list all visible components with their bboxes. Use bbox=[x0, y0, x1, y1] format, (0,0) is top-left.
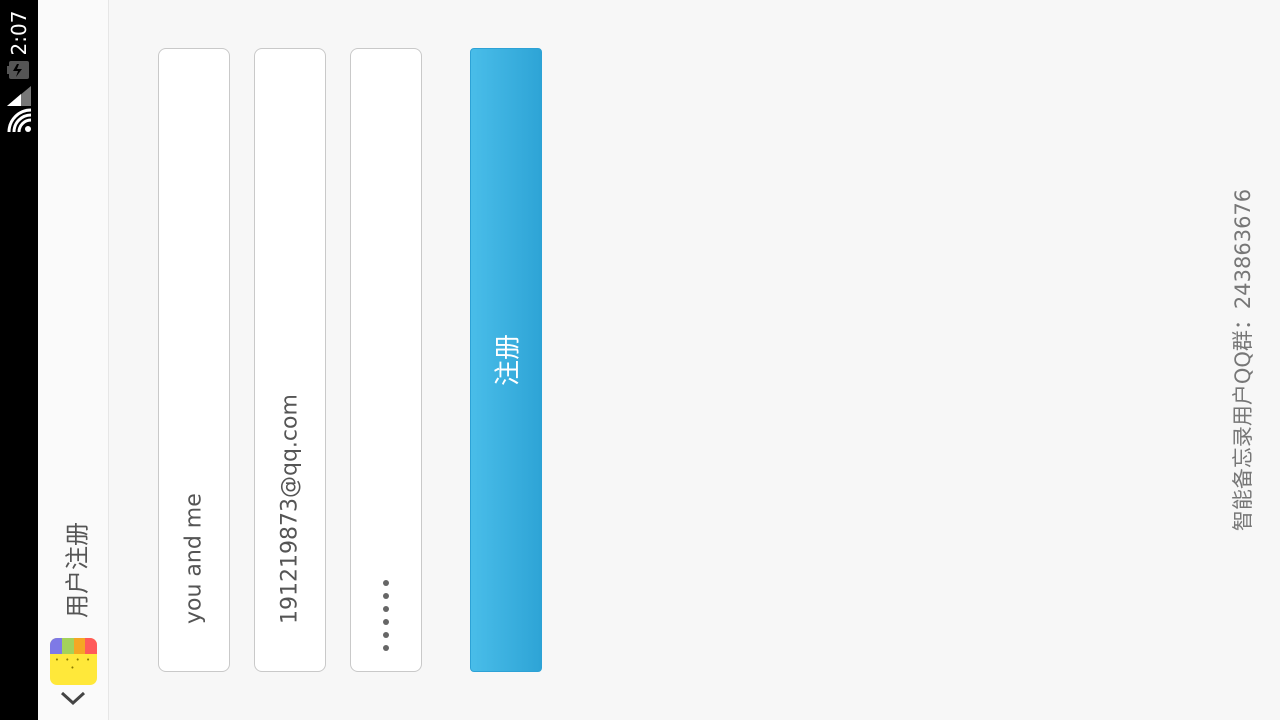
password-dot bbox=[383, 619, 389, 625]
email-value: 191219873@qq.com bbox=[277, 394, 303, 624]
email-field[interactable]: 191219873@qq.com bbox=[254, 48, 326, 672]
chevron-down-icon[interactable] bbox=[60, 690, 86, 710]
password-dot bbox=[383, 632, 389, 638]
status-time: 2:07 bbox=[7, 10, 31, 56]
password-dot bbox=[383, 606, 389, 612]
password-field[interactable] bbox=[350, 48, 422, 672]
username-field[interactable]: you and me bbox=[158, 48, 230, 672]
password-dot bbox=[383, 645, 389, 651]
register-button-label: 注册 bbox=[493, 333, 524, 387]
app-logo-icon[interactable]: • • • • • bbox=[50, 638, 97, 685]
wifi-icon bbox=[7, 108, 33, 138]
password-dot bbox=[383, 580, 389, 586]
password-dot bbox=[383, 593, 389, 599]
qq-group-note: 智能备忘录用户QQ群：243863676 bbox=[1231, 188, 1255, 532]
page-title: 用户注册 bbox=[63, 522, 92, 618]
status-bar: 2:07 bbox=[0, 0, 38, 720]
username-value: you and me bbox=[181, 493, 207, 624]
action-bar: 用户注册 • • • • • bbox=[38, 0, 109, 720]
password-mask bbox=[382, 580, 390, 651]
battery-icon bbox=[7, 60, 31, 86]
register-button[interactable]: 注册 bbox=[470, 48, 542, 672]
